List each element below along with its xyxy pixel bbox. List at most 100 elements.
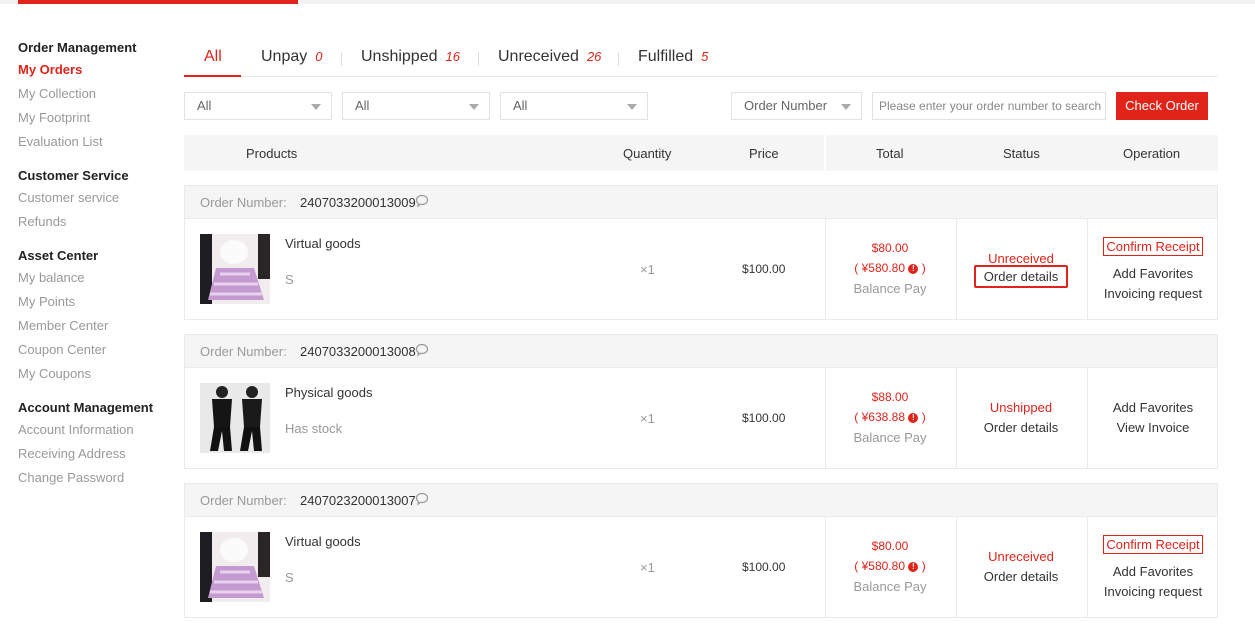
sidebar-item-my-balance[interactable]: My balance bbox=[18, 266, 168, 290]
product-name[interactable]: Virtual goods bbox=[285, 236, 361, 251]
order-status: Unreceived bbox=[988, 549, 1054, 564]
chevron-down-icon bbox=[311, 104, 321, 110]
top-accent-bar bbox=[18, 0, 298, 4]
info-icon[interactable]: ! bbox=[908, 413, 919, 423]
select-value: Order Number bbox=[744, 98, 828, 113]
order-card: Order Number: 2407023200013007 Virtual g… bbox=[184, 483, 1218, 618]
product-quantity: ×1 bbox=[640, 262, 655, 277]
confirm-receipt-button[interactable]: Confirm Receipt bbox=[1103, 535, 1203, 554]
order-total: $80.00 bbox=[871, 539, 909, 553]
order-total-cny: ( ¥580.80 ! ) bbox=[825, 559, 955, 573]
add-favorites-link[interactable]: Add Favorites bbox=[1087, 564, 1219, 579]
product-name[interactable]: Physical goods bbox=[285, 385, 372, 400]
chevron-down-icon bbox=[841, 104, 851, 110]
sidebar-heading: Asset Center bbox=[18, 248, 99, 263]
tab-count: 5 bbox=[701, 49, 709, 64]
filter-select-1[interactable]: All bbox=[184, 92, 332, 120]
chat-icon[interactable] bbox=[414, 342, 430, 358]
product-thumbnail[interactable] bbox=[200, 532, 270, 602]
info-icon[interactable]: ! bbox=[908, 264, 919, 274]
product-thumbnail[interactable] bbox=[200, 234, 270, 304]
order-total-cny-close: ) bbox=[921, 410, 926, 424]
sidebar-heading: Account Management bbox=[18, 400, 154, 415]
column-header-quantity: Quantity bbox=[623, 146, 672, 161]
payment-method: Balance Pay bbox=[853, 281, 927, 296]
sidebar-item-my-points[interactable]: My Points bbox=[18, 290, 168, 314]
select-value: All bbox=[355, 98, 370, 113]
order-number: 2407023200013007 bbox=[300, 493, 416, 508]
order-details-wrap: Order details bbox=[956, 265, 1086, 288]
order-details-link[interactable]: Order details bbox=[973, 265, 1069, 288]
sidebar-item-change-password[interactable]: Change Password bbox=[18, 466, 168, 490]
column-header-operation: Operation bbox=[1123, 146, 1181, 161]
order-number-label: Order Number: bbox=[200, 344, 287, 359]
order-status: Unreceived bbox=[988, 251, 1054, 266]
order-details-link[interactable]: Order details bbox=[956, 420, 1086, 435]
order-header: Order Number: 2407033200013008 bbox=[185, 335, 1217, 368]
sidebar-item-my-orders[interactable]: My Orders bbox=[18, 58, 168, 82]
tab-unshipped[interactable]: Unshipped 16 bbox=[361, 48, 460, 66]
header-divider bbox=[824, 135, 826, 171]
product-thumbnail[interactable] bbox=[200, 383, 270, 453]
sidebar-item-my-collection[interactable]: My Collection bbox=[18, 82, 168, 106]
add-favorites-link[interactable]: Add Favorites bbox=[1087, 400, 1219, 415]
tab-fulfilled[interactable]: Fulfilled 5 bbox=[638, 48, 708, 66]
view-invoice-link[interactable]: View Invoice bbox=[1087, 420, 1219, 435]
add-favorites-link[interactable]: Add Favorites bbox=[1087, 266, 1219, 281]
filter-select-3[interactable]: All bbox=[500, 92, 648, 120]
table-header: Products Quantity Price Total Status Ope… bbox=[184, 135, 1218, 171]
order-body: Virtual goods S ×1 $100.00 $80.00 ( ¥580… bbox=[185, 219, 1217, 319]
sidebar-item-account-information[interactable]: Account Information bbox=[18, 418, 168, 442]
confirm-receipt-button[interactable]: Confirm Receipt bbox=[1103, 237, 1203, 256]
active-tab-underline bbox=[184, 75, 241, 77]
invoicing-request-link[interactable]: Invoicing request bbox=[1087, 286, 1219, 301]
product-price: $100.00 bbox=[742, 262, 786, 276]
filter-bar: All All All Order Number Check Order bbox=[184, 92, 1218, 120]
order-total: $80.00 bbox=[871, 241, 909, 255]
order-header: Order Number: 2407023200013007 bbox=[185, 484, 1217, 517]
order-body: Physical goods Has stock ×1 $100.00 $88.… bbox=[185, 368, 1217, 468]
filter-select-2[interactable]: All bbox=[342, 92, 490, 120]
order-number: 2407033200013008 bbox=[300, 344, 416, 359]
cell-divider bbox=[956, 368, 957, 468]
tab-unpay[interactable]: Unpay 0 bbox=[261, 48, 322, 66]
cell-divider bbox=[1087, 368, 1088, 468]
tab-label: All bbox=[204, 48, 222, 65]
tab-label: Fulfilled bbox=[638, 48, 694, 65]
sidebar-item-my-coupons[interactable]: My Coupons bbox=[18, 362, 168, 386]
chat-icon[interactable] bbox=[414, 491, 430, 507]
sidebar-item-my-footprint[interactable]: My Footprint bbox=[18, 106, 168, 130]
order-number: 2407033200013009 bbox=[300, 195, 416, 210]
order-details-link[interactable]: Order details bbox=[956, 569, 1086, 584]
sidebar-item-refunds[interactable]: Refunds bbox=[18, 210, 168, 234]
tab-label: Unreceived bbox=[498, 48, 579, 65]
sidebar-item-evaluation-list[interactable]: Evaluation List bbox=[18, 130, 168, 154]
sidebar-group-account-management: Account Management Account Information R… bbox=[18, 400, 168, 490]
info-icon[interactable]: ! bbox=[908, 562, 919, 572]
payment-method: Balance Pay bbox=[853, 430, 927, 445]
select-value: All bbox=[513, 98, 528, 113]
column-header-total: Total bbox=[876, 146, 904, 161]
chevron-down-icon bbox=[469, 104, 479, 110]
chat-icon[interactable] bbox=[414, 193, 430, 209]
product-price: $100.00 bbox=[742, 411, 786, 425]
sidebar-item-receiving-address[interactable]: Receiving Address bbox=[18, 442, 168, 466]
product-name[interactable]: Virtual goods bbox=[285, 534, 361, 549]
order-total-cny: ( ¥638.88 ! ) bbox=[825, 410, 955, 424]
tab-all[interactable]: All bbox=[204, 48, 222, 66]
sidebar-item-coupon-center[interactable]: Coupon Center bbox=[18, 338, 168, 362]
order-tabs: All Unpay 0 Unshipped 16 Unreceived 26 Fulf… bbox=[184, 40, 1218, 77]
sidebar-item-member-center[interactable]: Member Center bbox=[18, 314, 168, 338]
order-total-cny-amount: ( ¥638.88 bbox=[854, 410, 906, 424]
order-body: Virtual goods S ×1 $100.00 $80.00 ( ¥580… bbox=[185, 517, 1217, 617]
invoicing-request-link[interactable]: Invoicing request bbox=[1087, 584, 1219, 599]
search-type-select[interactable]: Order Number bbox=[731, 92, 862, 120]
product-price: $100.00 bbox=[742, 560, 786, 574]
order-search-input[interactable] bbox=[872, 92, 1106, 120]
payment-method: Balance Pay bbox=[853, 579, 927, 594]
sidebar-item-customer-service[interactable]: Customer service bbox=[18, 186, 168, 210]
tab-unreceived[interactable]: Unreceived 26 bbox=[498, 48, 601, 66]
column-header-status: Status bbox=[1003, 146, 1040, 161]
select-value: All bbox=[197, 98, 212, 113]
check-order-button[interactable]: Check Order bbox=[1116, 92, 1208, 120]
